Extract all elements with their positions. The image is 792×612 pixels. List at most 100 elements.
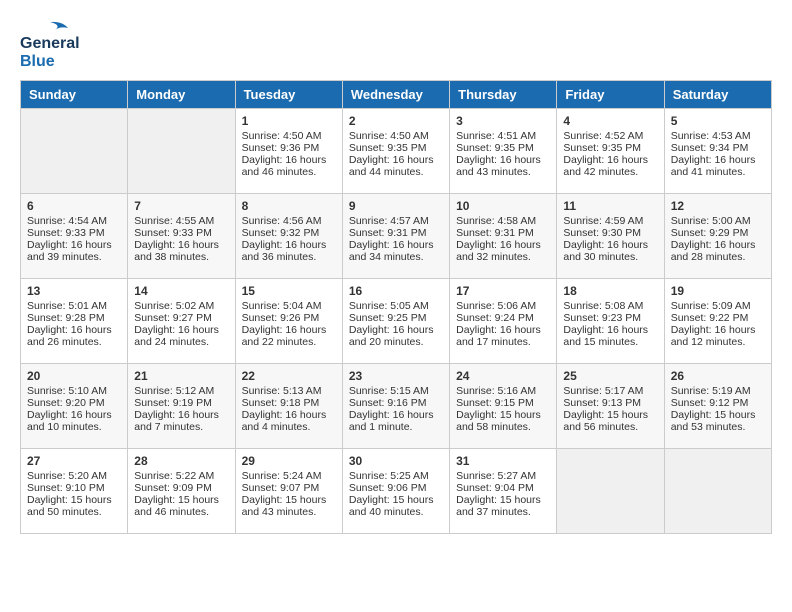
- calendar-cell: 31 Sunrise: 5:27 AM Sunset: 9:04 PM Dayl…: [450, 449, 557, 534]
- sunset-text: Sunset: 9:16 PM: [349, 397, 427, 409]
- calendar-cell: 5 Sunrise: 4:53 AM Sunset: 9:34 PM Dayli…: [664, 109, 771, 194]
- sunrise-text: Sunrise: 5:27 AM: [456, 470, 536, 482]
- daylight-text: Daylight: 16 hours and 32 minutes.: [456, 239, 541, 263]
- sunset-text: Sunset: 9:23 PM: [563, 312, 641, 324]
- daylight-text: Daylight: 16 hours and 46 minutes.: [242, 154, 327, 178]
- calendar-cell: 15 Sunrise: 5:04 AM Sunset: 9:26 PM Dayl…: [235, 279, 342, 364]
- daylight-text: Daylight: 16 hours and 7 minutes.: [134, 409, 219, 433]
- daylight-text: Daylight: 16 hours and 41 minutes.: [671, 154, 756, 178]
- sunset-text: Sunset: 9:18 PM: [242, 397, 320, 409]
- calendar-cell: 6 Sunrise: 4:54 AM Sunset: 9:33 PM Dayli…: [21, 194, 128, 279]
- calendar-cell: 9 Sunrise: 4:57 AM Sunset: 9:31 PM Dayli…: [342, 194, 449, 279]
- calendar-cell: [664, 449, 771, 534]
- sunrise-text: Sunrise: 5:22 AM: [134, 470, 214, 482]
- day-number: 19: [671, 284, 765, 298]
- day-number: 10: [456, 199, 550, 213]
- calendar-cell: 28 Sunrise: 5:22 AM Sunset: 9:09 PM Dayl…: [128, 449, 235, 534]
- sunrise-text: Sunrise: 5:17 AM: [563, 385, 643, 397]
- sunrise-text: Sunrise: 4:51 AM: [456, 130, 536, 142]
- daylight-text: Daylight: 16 hours and 12 minutes.: [671, 324, 756, 348]
- sunrise-text: Sunrise: 5:13 AM: [242, 385, 322, 397]
- day-number: 16: [349, 284, 443, 298]
- calendar-cell: 14 Sunrise: 5:02 AM Sunset: 9:27 PM Dayl…: [128, 279, 235, 364]
- sunset-text: Sunset: 9:33 PM: [134, 227, 212, 239]
- day-number: 18: [563, 284, 657, 298]
- daylight-text: Daylight: 15 hours and 37 minutes.: [456, 494, 541, 518]
- calendar-cell: 25 Sunrise: 5:17 AM Sunset: 9:13 PM Dayl…: [557, 364, 664, 449]
- header-cell-thursday: Thursday: [450, 81, 557, 109]
- sunrise-text: Sunrise: 5:02 AM: [134, 300, 214, 312]
- header-cell-tuesday: Tuesday: [235, 81, 342, 109]
- calendar-cell: [557, 449, 664, 534]
- sunrise-text: Sunrise: 4:50 AM: [349, 130, 429, 142]
- sunset-text: Sunset: 9:31 PM: [349, 227, 427, 239]
- daylight-text: Daylight: 16 hours and 44 minutes.: [349, 154, 434, 178]
- calendar-cell: 26 Sunrise: 5:19 AM Sunset: 9:12 PM Dayl…: [664, 364, 771, 449]
- week-row-4: 20 Sunrise: 5:10 AM Sunset: 9:20 PM Dayl…: [21, 364, 772, 449]
- calendar-cell: 7 Sunrise: 4:55 AM Sunset: 9:33 PM Dayli…: [128, 194, 235, 279]
- daylight-text: Daylight: 15 hours and 50 minutes.: [27, 494, 112, 518]
- daylight-text: Daylight: 16 hours and 38 minutes.: [134, 239, 219, 263]
- daylight-text: Daylight: 16 hours and 43 minutes.: [456, 154, 541, 178]
- calendar-cell: 16 Sunrise: 5:05 AM Sunset: 9:25 PM Dayl…: [342, 279, 449, 364]
- daylight-text: Daylight: 16 hours and 42 minutes.: [563, 154, 648, 178]
- daylight-text: Daylight: 16 hours and 34 minutes.: [349, 239, 434, 263]
- sunrise-text: Sunrise: 4:59 AM: [563, 215, 643, 227]
- calendar-cell: 23 Sunrise: 5:15 AM Sunset: 9:16 PM Dayl…: [342, 364, 449, 449]
- sunrise-text: Sunrise: 4:54 AM: [27, 215, 107, 227]
- sunrise-text: Sunrise: 4:57 AM: [349, 215, 429, 227]
- sunset-text: Sunset: 9:32 PM: [242, 227, 320, 239]
- sunrise-text: Sunrise: 5:10 AM: [27, 385, 107, 397]
- day-number: 8: [242, 199, 336, 213]
- sunrise-text: Sunrise: 4:56 AM: [242, 215, 322, 227]
- daylight-text: Daylight: 16 hours and 36 minutes.: [242, 239, 327, 263]
- sunset-text: Sunset: 9:20 PM: [27, 397, 105, 409]
- calendar-cell: 19 Sunrise: 5:09 AM Sunset: 9:22 PM Dayl…: [664, 279, 771, 364]
- calendar-cell: 2 Sunrise: 4:50 AM Sunset: 9:35 PM Dayli…: [342, 109, 449, 194]
- sunset-text: Sunset: 9:07 PM: [242, 482, 320, 494]
- sunrise-text: Sunrise: 4:55 AM: [134, 215, 214, 227]
- day-number: 9: [349, 199, 443, 213]
- calendar-cell: 10 Sunrise: 4:58 AM Sunset: 9:31 PM Dayl…: [450, 194, 557, 279]
- sunrise-text: Sunrise: 5:05 AM: [349, 300, 429, 312]
- calendar-cell: 8 Sunrise: 4:56 AM Sunset: 9:32 PM Dayli…: [235, 194, 342, 279]
- week-row-2: 6 Sunrise: 4:54 AM Sunset: 9:33 PM Dayli…: [21, 194, 772, 279]
- sunset-text: Sunset: 9:15 PM: [456, 397, 534, 409]
- sunrise-text: Sunrise: 4:50 AM: [242, 130, 322, 142]
- calendar-cell: 24 Sunrise: 5:16 AM Sunset: 9:15 PM Dayl…: [450, 364, 557, 449]
- calendar-cell: 27 Sunrise: 5:20 AM Sunset: 9:10 PM Dayl…: [21, 449, 128, 534]
- day-number: 13: [27, 284, 121, 298]
- calendar-cell: 3 Sunrise: 4:51 AM Sunset: 9:35 PM Dayli…: [450, 109, 557, 194]
- sunrise-text: Sunrise: 5:19 AM: [671, 385, 751, 397]
- day-number: 27: [27, 454, 121, 468]
- sunrise-text: Sunrise: 5:12 AM: [134, 385, 214, 397]
- day-number: 20: [27, 369, 121, 383]
- day-number: 23: [349, 369, 443, 383]
- week-row-3: 13 Sunrise: 5:01 AM Sunset: 9:28 PM Dayl…: [21, 279, 772, 364]
- sunrise-text: Sunrise: 5:15 AM: [349, 385, 429, 397]
- calendar-cell: 20 Sunrise: 5:10 AM Sunset: 9:20 PM Dayl…: [21, 364, 128, 449]
- day-number: 12: [671, 199, 765, 213]
- sunrise-text: Sunrise: 5:01 AM: [27, 300, 107, 312]
- day-number: 11: [563, 199, 657, 213]
- calendar-cell: 17 Sunrise: 5:06 AM Sunset: 9:24 PM Dayl…: [450, 279, 557, 364]
- calendar-cell: 13 Sunrise: 5:01 AM Sunset: 9:28 PM Dayl…: [21, 279, 128, 364]
- daylight-text: Daylight: 16 hours and 20 minutes.: [349, 324, 434, 348]
- header-cell-friday: Friday: [557, 81, 664, 109]
- sunset-text: Sunset: 9:25 PM: [349, 312, 427, 324]
- calendar-cell: 18 Sunrise: 5:08 AM Sunset: 9:23 PM Dayl…: [557, 279, 664, 364]
- daylight-text: Daylight: 16 hours and 1 minute.: [349, 409, 434, 433]
- sunset-text: Sunset: 9:19 PM: [134, 397, 212, 409]
- sunset-text: Sunset: 9:26 PM: [242, 312, 320, 324]
- daylight-text: Daylight: 16 hours and 15 minutes.: [563, 324, 648, 348]
- sunrise-text: Sunrise: 5:04 AM: [242, 300, 322, 312]
- sunrise-text: Sunrise: 4:58 AM: [456, 215, 536, 227]
- day-number: 25: [563, 369, 657, 383]
- day-number: 3: [456, 114, 550, 128]
- sunset-text: Sunset: 9:12 PM: [671, 397, 749, 409]
- sunset-text: Sunset: 9:10 PM: [27, 482, 105, 494]
- sunrise-text: Sunrise: 5:25 AM: [349, 470, 429, 482]
- header-cell-saturday: Saturday: [664, 81, 771, 109]
- logo-bird-icon: [20, 20, 70, 35]
- daylight-text: Daylight: 16 hours and 17 minutes.: [456, 324, 541, 348]
